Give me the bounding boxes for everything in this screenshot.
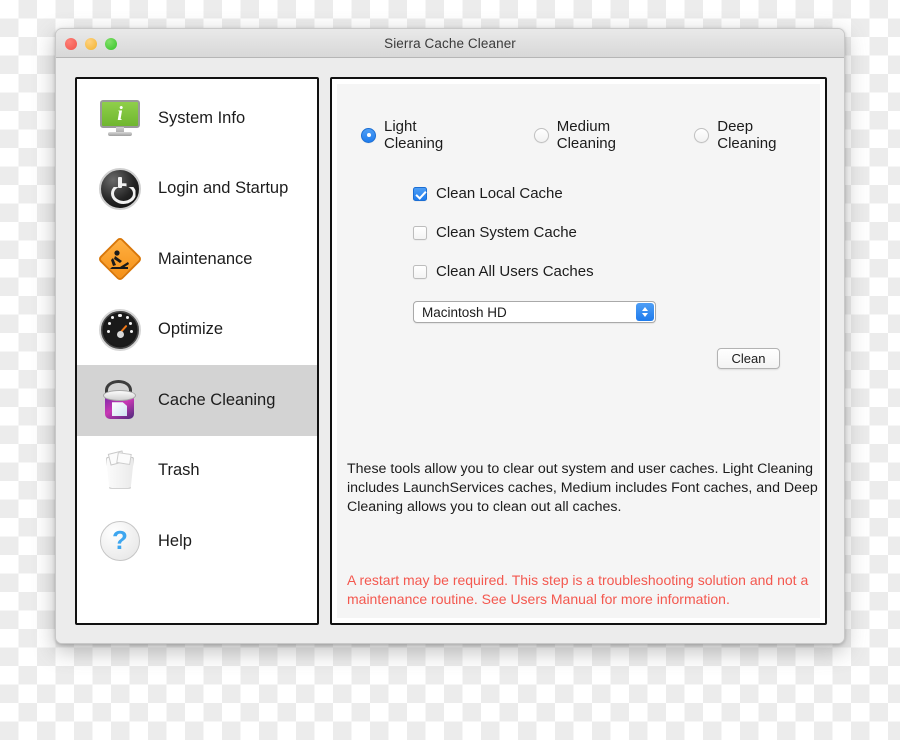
cleaning-bucket-icon: [98, 378, 142, 422]
sidebar-item-cache-cleaning[interactable]: Cache Cleaning: [77, 365, 317, 436]
radio-label: Deep Cleaning: [717, 118, 777, 152]
sidebar-item-system-info[interactable]: i System Info: [77, 83, 317, 154]
construction-sign-icon: [97, 236, 143, 282]
radio-indicator: [694, 127, 710, 143]
checkbox-clean-all-users-caches[interactable]: Clean All Users Caches: [413, 252, 804, 291]
checkbox-indicator: [413, 264, 427, 279]
clean-button[interactable]: Clean: [717, 348, 780, 369]
title-bar: Sierra Cache Cleaner: [56, 29, 844, 58]
traffic-light-group: [65, 29, 117, 58]
cleaning-level-group: Light Cleaning Medium Cleaning Deep Clea…: [353, 118, 804, 152]
sidebar-item-label: Trash: [158, 461, 200, 480]
checkbox-indicator-checked: [413, 186, 427, 201]
trash-can-icon: [98, 449, 142, 493]
sidebar-item-optimize[interactable]: Optimize: [77, 295, 317, 366]
warning-text: A restart may be required. This step is …: [347, 572, 809, 607]
window-title: Sierra Cache Cleaner: [384, 35, 516, 51]
minimize-window-icon[interactable]: [85, 37, 97, 50]
checkbox-label: Clean All Users Caches: [436, 263, 594, 280]
sidebar-item-trash[interactable]: Trash: [77, 436, 317, 507]
sidebar-item-label: Cache Cleaning: [158, 390, 276, 409]
question-mark-icon: ?: [98, 519, 142, 563]
radio-light-cleaning[interactable]: Light Cleaning: [361, 118, 468, 152]
checkbox-indicator: [413, 225, 427, 240]
radio-indicator: [533, 127, 549, 143]
cache-options-group: Clean Local Cache Clean System Cache Cle…: [353, 174, 804, 291]
app-window: Sierra Cache Cleaner i System Info Login…: [55, 28, 845, 644]
checkbox-label: Clean Local Cache: [436, 185, 563, 202]
clean-button-row: Clean: [353, 348, 804, 369]
up-down-chevron-icon[interactable]: [636, 303, 654, 321]
checkbox-clean-system-cache[interactable]: Clean System Cache: [413, 213, 804, 252]
volume-select-wrap: Macintosh HD: [353, 301, 804, 323]
speedometer-icon: [98, 308, 142, 352]
radio-label: Medium Cleaning: [556, 118, 616, 152]
sidebar-item-help[interactable]: ? Help: [77, 506, 317, 577]
radio-label: Light Cleaning: [384, 118, 444, 152]
sidebar-item-label: Optimize: [158, 320, 224, 339]
sidebar-item-label: Login and Startup: [158, 179, 289, 198]
sidebar-item-login-and-startup[interactable]: Login and Startup: [77, 154, 317, 225]
radio-medium-cleaning[interactable]: Medium Cleaning: [533, 118, 659, 152]
checkbox-label: Clean System Cache: [436, 224, 577, 241]
window-body: i System Info Login and Startup Maintena…: [56, 58, 844, 643]
volume-select[interactable]: Macintosh HD: [413, 301, 656, 323]
checkbox-clean-local-cache[interactable]: Clean Local Cache: [413, 174, 804, 213]
panel-content: Light Cleaning Medium Cleaning Deep Clea…: [337, 84, 820, 618]
sidebar-item-label: Help: [158, 531, 192, 550]
sidebar-item-label: System Info: [158, 108, 246, 127]
volume-select-value: Macintosh HD: [422, 304, 507, 320]
description-text: These tools allow you to clear out syste…: [347, 461, 818, 515]
power-button-icon: [98, 167, 142, 211]
sidebar-item-label: Maintenance: [158, 249, 253, 268]
sidebar-item-maintenance[interactable]: Maintenance: [77, 224, 317, 295]
close-window-icon[interactable]: [65, 37, 77, 50]
monitor-info-icon: i: [98, 96, 142, 140]
zoom-window-icon[interactable]: [105, 37, 117, 50]
radio-deep-cleaning[interactable]: Deep Cleaning: [694, 118, 804, 152]
sidebar: i System Info Login and Startup Maintena…: [75, 77, 319, 625]
radio-indicator-selected: [361, 127, 376, 143]
main-panel: Light Cleaning Medium Cleaning Deep Clea…: [330, 77, 827, 625]
